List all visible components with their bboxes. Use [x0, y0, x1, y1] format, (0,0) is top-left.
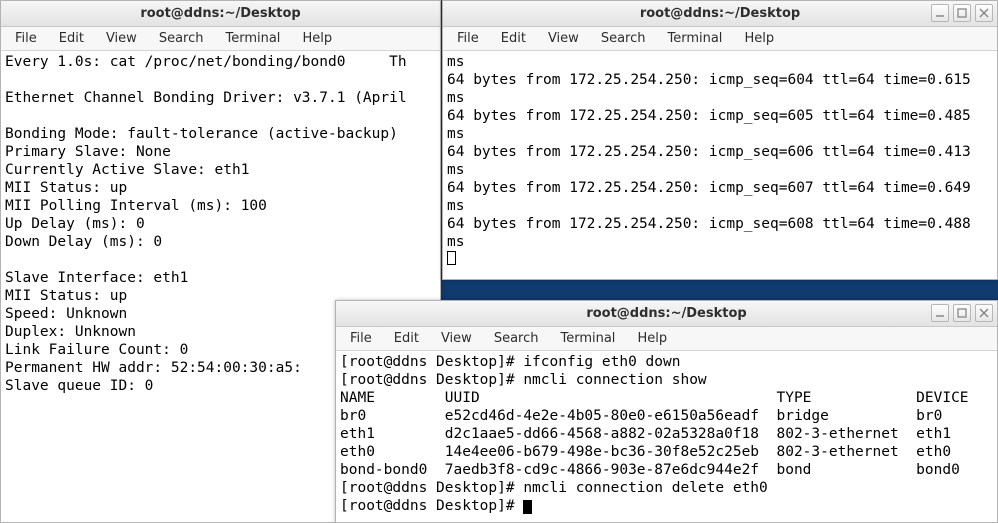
maximize-icon: [957, 8, 967, 18]
menu-view[interactable]: View: [538, 29, 589, 48]
maximize-button[interactable]: [953, 4, 971, 22]
menu-terminal[interactable]: Terminal: [550, 329, 625, 348]
menu-edit[interactable]: Edit: [384, 329, 429, 348]
menu-view[interactable]: View: [96, 29, 147, 48]
menu-terminal[interactable]: Terminal: [657, 29, 732, 48]
menu-edit[interactable]: Edit: [491, 29, 536, 48]
window-title: root@ddns:~/Desktop: [586, 306, 746, 321]
menubar-3: File Edit View Search Terminal Help: [336, 327, 997, 351]
titlebar-3[interactable]: root@ddns:~/Desktop: [336, 301, 997, 327]
close-icon: [979, 308, 989, 318]
window-buttons-2: [931, 4, 993, 22]
menu-search[interactable]: Search: [591, 29, 656, 48]
cursor: [447, 251, 456, 265]
menu-search[interactable]: Search: [484, 329, 549, 348]
minimize-icon: [935, 8, 945, 18]
window-title: root@ddns:~/Desktop: [640, 6, 800, 21]
menu-help[interactable]: Help: [292, 29, 342, 48]
terminal-body-2[interactable]: ms 64 bytes from 172.25.254.250: icmp_se…: [443, 51, 997, 279]
titlebar-2[interactable]: root@ddns:~/Desktop: [443, 1, 997, 27]
close-button[interactable]: [975, 4, 993, 22]
menu-terminal[interactable]: Terminal: [215, 29, 290, 48]
menu-help[interactable]: Help: [627, 329, 677, 348]
minimize-button[interactable]: [931, 4, 949, 22]
cursor: [523, 500, 532, 514]
window-buttons-3: [931, 304, 993, 322]
menu-edit[interactable]: Edit: [49, 29, 94, 48]
menu-file[interactable]: File: [340, 329, 382, 348]
minimize-button[interactable]: [931, 304, 949, 322]
minimize-icon: [935, 308, 945, 318]
maximize-button[interactable]: [953, 304, 971, 322]
menubar-2: File Edit View Search Terminal Help: [443, 27, 997, 51]
close-button[interactable]: [975, 304, 993, 322]
menu-file[interactable]: File: [447, 29, 489, 48]
menu-help[interactable]: Help: [734, 29, 784, 48]
window-title: root@ddns:~/Desktop: [140, 6, 300, 21]
close-icon: [979, 8, 989, 18]
terminal-body-3[interactable]: [root@ddns Desktop]# ifconfig eth0 down …: [336, 351, 997, 522]
terminal-window-3: root@ddns:~/Desktop File Edit View Searc…: [335, 300, 998, 523]
maximize-icon: [957, 308, 967, 318]
titlebar-1[interactable]: root@ddns:~/Desktop: [1, 1, 440, 27]
menu-search[interactable]: Search: [149, 29, 214, 48]
menu-view[interactable]: View: [431, 329, 482, 348]
terminal-window-2: root@ddns:~/Desktop File Edit View Searc…: [442, 0, 998, 280]
menubar-1: File Edit View Search Terminal Help: [1, 27, 440, 51]
menu-file[interactable]: File: [5, 29, 47, 48]
